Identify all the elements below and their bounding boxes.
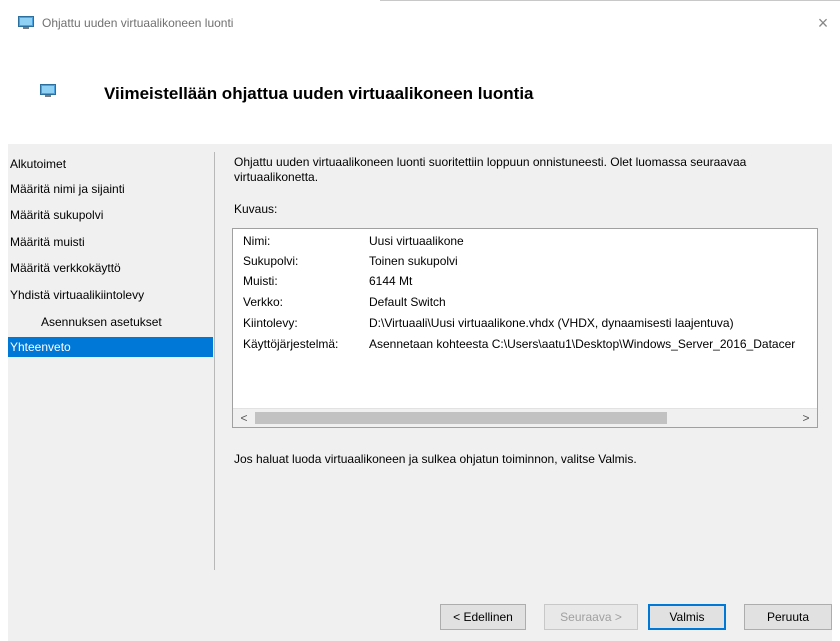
page-title: Viimeistellään ohjattua uuden virtuaalik…	[104, 84, 534, 103]
cancel-button[interactable]: Peruuta	[744, 604, 832, 630]
title-bar: Ohjattu uuden virtuaalikoneen luonti ×	[0, 0, 840, 44]
nav-item-virtuaalikiintolevy[interactable]: Yhdistä virtuaalikiintolevy	[8, 285, 213, 305]
finish-instruction-text: Jos haluat luoda virtuaalikoneen ja sulk…	[234, 452, 637, 466]
nav-item-yhteenveto[interactable]: Yhteenveto	[8, 337, 213, 357]
summary-key: Nimi:	[243, 234, 271, 248]
nav-item-alkutoimet[interactable]: Alkutoimet	[8, 154, 213, 174]
nav-divider	[214, 152, 215, 570]
next-button[interactable]: Seuraava >	[544, 604, 638, 630]
virtual-machine-icon	[18, 16, 34, 29]
summary-row: Käyttöjärjestelmä: Asennetaan kohteesta C…	[243, 334, 795, 354]
summary-value: 6144 Mt	[369, 274, 413, 288]
wizard-body: Alkutoimet Määritä nimi ja sijainti Määr…	[8, 144, 832, 586]
scrollbar-thumb[interactable]	[255, 412, 667, 424]
nav-item-sukupolvi[interactable]: Määritä sukupolvi	[8, 205, 213, 225]
scroll-left-icon[interactable]: <	[235, 409, 253, 427]
summary-row: Muisti: 6144 Mt	[243, 271, 412, 291]
previous-button[interactable]: < Edellinen	[440, 604, 526, 630]
summary-value: D:\Virtuaali\Uusi virtuaalikone.vhdx (VH…	[369, 316, 734, 330]
wizard-step-nav: Alkutoimet Määritä nimi ja sijainti Määr…	[8, 144, 213, 586]
summary-row: Sukupolvi: Toinen sukupolvi	[243, 251, 458, 271]
summary-key: Sukupolvi:	[243, 254, 299, 268]
description-label: Kuvaus:	[234, 202, 278, 216]
button-bar: < Edellinen Seuraava > Valmis Peruuta	[8, 586, 832, 641]
intro-text: Ohjattu uuden virtuaalikoneen luonti suo…	[234, 155, 747, 184]
summary-key: Verkko:	[243, 295, 284, 309]
wizard-header: Viimeistellään ohjattua uuden virtuaalik…	[0, 44, 840, 144]
scroll-right-icon[interactable]: >	[797, 409, 815, 427]
window-edge-line	[380, 0, 840, 1]
nav-item-verkkokaytto[interactable]: Määritä verkkokäyttö	[8, 258, 213, 278]
summary-row: Nimi: Uusi virtuaalikone	[243, 231, 464, 251]
summary-row: Verkko: Default Switch	[243, 292, 446, 312]
summary-value: Toinen sukupolvi	[369, 254, 458, 268]
summary-key: Muisti:	[243, 274, 278, 288]
summary-value: Asennetaan kohteesta C:\Users\aatu1\Desk…	[369, 337, 796, 351]
nav-item-nimi-ja-sijainti[interactable]: Määritä nimi ja sijainti	[8, 179, 213, 199]
close-icon[interactable]: ×	[812, 12, 834, 34]
horizontal-scrollbar[interactable]: < >	[233, 408, 817, 427]
window-title: Ohjattu uuden virtuaalikoneen luonti	[42, 16, 234, 30]
summary-row: Kiintolevy: D:\Virtuaali\Uusi virtuaaliko…	[243, 313, 734, 333]
summary-list[interactable]: Nimi: Uusi virtuaalikone Sukupolvi: Toinen…	[232, 228, 818, 428]
nav-item-asennuksen-asetukset[interactable]: Asennuksen asetukset	[8, 312, 213, 332]
summary-content: Ohjattu uuden virtuaalikoneen luonti suo…	[226, 144, 826, 586]
virtual-machine-header-icon	[40, 84, 56, 97]
finish-button[interactable]: Valmis	[648, 604, 726, 630]
nav-item-muisti[interactable]: Määritä muisti	[8, 232, 213, 252]
summary-key: Käyttöjärjestelmä:	[243, 337, 339, 351]
summary-value: Default Switch	[369, 295, 446, 309]
summary-key: Kiintolevy:	[243, 316, 298, 330]
summary-value: Uusi virtuaalikone	[369, 234, 464, 248]
